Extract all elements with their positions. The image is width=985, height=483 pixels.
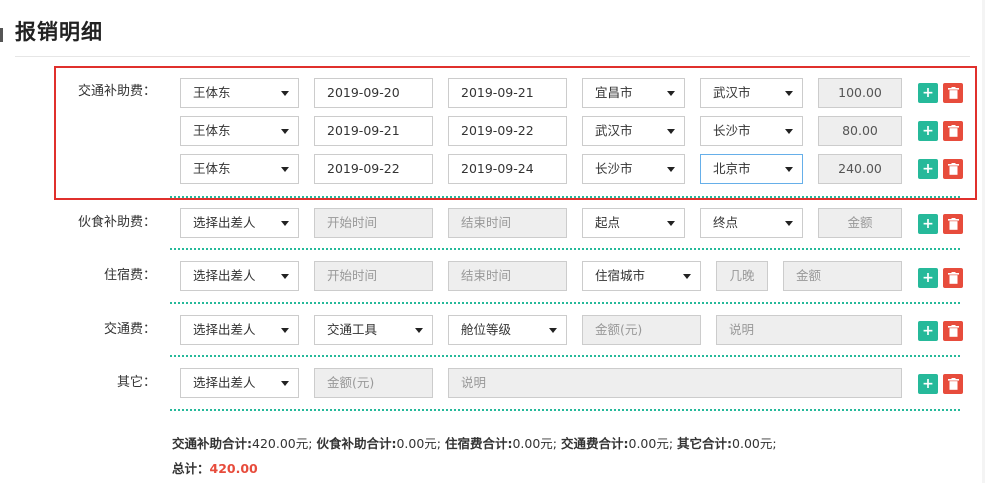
start-date-input[interactable]: 开始时间 — [314, 261, 433, 291]
end-point-select[interactable]: 终点 — [700, 208, 803, 238]
note-input[interactable]: 说明 — [716, 315, 902, 345]
start-point-placeholder: 起点 — [595, 215, 621, 230]
caret-down-icon — [281, 274, 289, 279]
trash-icon — [947, 325, 959, 337]
subtotal-summary: 交通补助合计:420.00元; 伙食补助合计:0.00元; 住宿费合计:0.00… — [172, 436, 777, 452]
lodging-total-value: 0.00元; — [512, 436, 558, 451]
add-row-button[interactable]: + — [918, 374, 938, 394]
amount-input[interactable]: 金额(元) — [582, 315, 701, 345]
section-divider — [170, 196, 960, 198]
caret-down-icon — [281, 381, 289, 386]
end-date-input[interactable]: 结束时间 — [448, 208, 567, 238]
grand-total: 总计：420.00 — [172, 461, 258, 477]
person-select[interactable]: 选择出差人 — [180, 261, 299, 291]
grand-total-label: 总计： — [172, 461, 210, 476]
person-placeholder: 选择出差人 — [193, 375, 256, 390]
note-input[interactable]: 说明 — [448, 368, 902, 398]
nights-input[interactable]: 几晚 — [716, 261, 768, 291]
lodging-total-label: 住宿费合计: — [444, 436, 513, 451]
meal-total-value: 0.00元; — [396, 436, 441, 451]
start-point-select[interactable]: 起点 — [582, 208, 685, 238]
section-divider — [170, 355, 960, 357]
trash-icon — [947, 378, 959, 390]
person-select[interactable]: 选择出差人 — [180, 315, 299, 345]
meal-total-label: 伙食补助合计: — [316, 436, 397, 451]
seat-class-placeholder: 舱位等级 — [461, 322, 512, 337]
caret-down-icon — [785, 221, 793, 226]
other-total-value: 0.00元; — [732, 436, 777, 451]
title-divider — [15, 56, 970, 57]
section-divider — [170, 248, 960, 250]
other-label: 其它： — [116, 375, 156, 390]
person-placeholder: 选择出差人 — [193, 322, 256, 337]
other-total-label: 其它合计: — [677, 436, 733, 451]
amount-field: 金额 — [783, 261, 902, 291]
delete-row-button[interactable] — [943, 321, 963, 341]
page-title: 报销明细 — [15, 20, 103, 44]
amount-field: 金额 — [818, 208, 902, 238]
trash-icon — [947, 272, 959, 284]
person-placeholder: 选择出差人 — [193, 215, 256, 230]
lodging-city-placeholder: 住宿城市 — [595, 268, 646, 283]
grand-total-value: 420.00 — [209, 461, 258, 476]
transport-tool-select[interactable]: 交通工具 — [314, 315, 433, 345]
caret-down-icon — [415, 328, 423, 333]
delete-row-button[interactable] — [943, 374, 963, 394]
trash-icon — [947, 218, 959, 230]
transport-tool-placeholder: 交通工具 — [327, 322, 378, 337]
delete-row-button[interactable] — [943, 214, 963, 234]
traffic-subsidy-total-label: 交通补助合计: — [172, 436, 252, 451]
page-edge-mark — [0, 28, 3, 42]
caret-down-icon — [281, 221, 289, 226]
meal-subsidy-label: 伙食补助费： — [77, 215, 156, 230]
transport-total-value: 0.00元; — [628, 436, 674, 451]
start-date-input[interactable]: 开始时间 — [314, 208, 433, 238]
section-divider — [170, 302, 960, 304]
person-placeholder: 选择出差人 — [193, 268, 256, 283]
transport-label: 交通费： — [103, 322, 156, 337]
person-select[interactable]: 选择出差人 — [180, 368, 299, 398]
person-select[interactable]: 选择出差人 — [180, 208, 299, 238]
caret-down-icon — [667, 221, 675, 226]
transport-total-label: 交通费合计: — [561, 436, 629, 451]
add-row-button[interactable]: + — [918, 214, 938, 234]
lodging-label: 住宿费： — [103, 268, 156, 283]
caret-down-icon — [549, 328, 557, 333]
seat-class-select[interactable]: 舱位等级 — [448, 315, 567, 345]
section-divider — [170, 409, 960, 411]
caret-down-icon — [281, 328, 289, 333]
amount-input[interactable]: 金额(元) — [314, 368, 433, 398]
add-row-button[interactable]: + — [918, 321, 938, 341]
traffic-subsidy-total-value: 420.00元; — [252, 436, 313, 451]
end-point-placeholder: 终点 — [713, 215, 739, 230]
end-date-input[interactable]: 结束时间 — [448, 261, 567, 291]
delete-row-button[interactable] — [943, 268, 963, 288]
lodging-city-select[interactable]: 住宿城市 — [582, 261, 701, 291]
add-row-button[interactable]: + — [918, 268, 938, 288]
caret-down-icon — [683, 274, 691, 279]
highlight-box — [54, 66, 977, 200]
